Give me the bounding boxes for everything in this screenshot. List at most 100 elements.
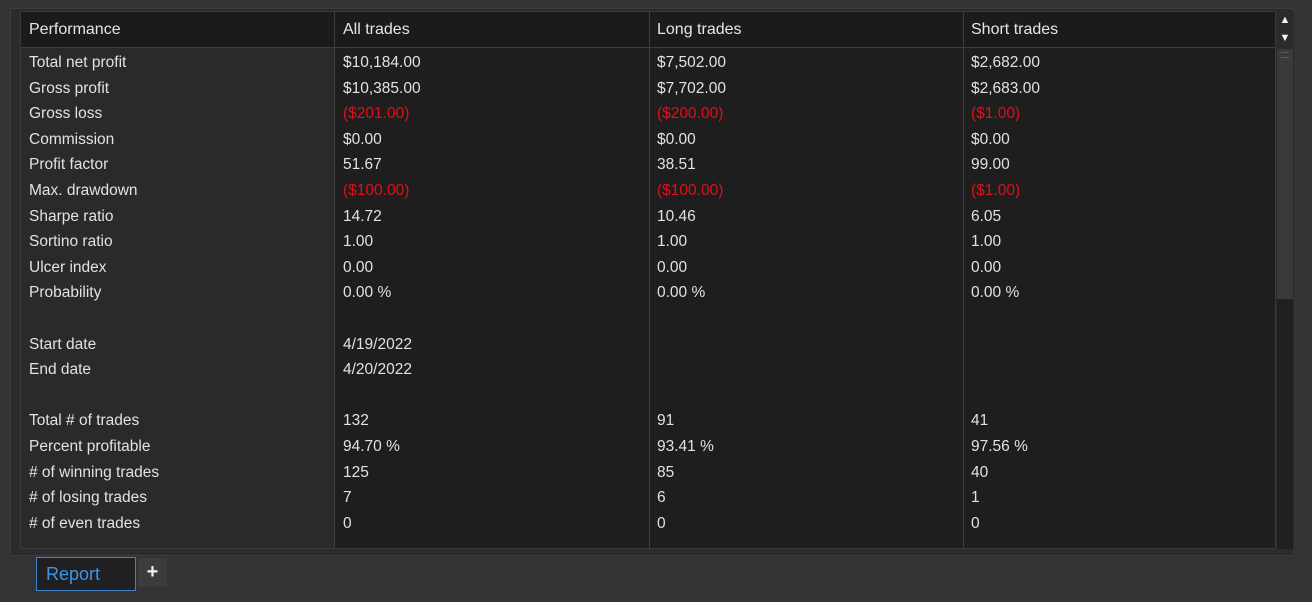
cell-short-trades <box>963 306 1275 332</box>
cell-all-trades <box>334 383 649 409</box>
row-label: Start date <box>29 335 97 353</box>
row-label: Probability <box>29 284 102 302</box>
cell-short-trades: 1.00 <box>971 233 1002 251</box>
row-label <box>21 306 334 332</box>
cell-all-trades: 125 <box>343 463 369 481</box>
cell-short-trades <box>963 383 1275 409</box>
row-label: Total # of trades <box>29 412 140 430</box>
cell-all-trades: $0.00 <box>343 130 382 148</box>
cell-all-trades: 4/20/2022 <box>343 361 412 379</box>
row-label: # of even trades <box>29 514 141 532</box>
cell-long-trades <box>649 383 963 409</box>
row-label: End date <box>29 361 92 379</box>
row-label: Commission <box>29 130 115 148</box>
cell-short-trades: 0.00 % <box>971 284 1020 302</box>
row-label: Max. drawdown <box>29 181 138 199</box>
cell-all-trades: 94.70 % <box>343 437 400 455</box>
header-all-trades[interactable]: All trades <box>334 12 649 47</box>
cell-short-trades: 6.05 <box>971 207 1002 225</box>
performance-grid: Performance All trades Long trades Short… <box>20 11 1276 549</box>
row-label: Ulcer index <box>29 258 107 276</box>
table-row <box>21 383 1275 409</box>
header-short-trades[interactable]: Short trades <box>963 12 1275 47</box>
cell-long-trades: 85 <box>657 463 675 481</box>
table-row: Start date 4/19/2022 <box>21 332 1275 358</box>
cell-all-trades: ($201.00) <box>343 105 410 123</box>
cell-short-trades: $0.00 <box>971 130 1010 148</box>
cell-short-trades: 41 <box>971 412 989 430</box>
row-label: Gross loss <box>29 105 103 123</box>
cell-long-trades: 91 <box>657 412 675 430</box>
row-label: Sortino ratio <box>29 233 113 251</box>
header-performance[interactable]: Performance <box>21 12 334 47</box>
cell-all-trades: 0.00 % <box>343 284 392 302</box>
cell-all-trades <box>334 306 649 332</box>
cell-short-trades: 0.00 <box>971 258 1002 276</box>
tab-report[interactable]: Report <box>36 557 136 591</box>
cell-long-trades: $7,502.00 <box>657 54 726 71</box>
grid-header: Performance All trades Long trades Short… <box>21 12 1275 48</box>
table-row: End date 4/20/2022 <box>21 357 1275 383</box>
cell-short-trades: ($1.00) <box>971 181 1021 199</box>
table-row: Sortino ratio 1.00 1.00 1.00 <box>21 229 1275 255</box>
row-label: Total net profit <box>29 54 127 71</box>
add-tab-button[interactable]: + <box>138 558 167 587</box>
table-row: Gross profit $10,385.00 $7,702.00 $2,683.00 <box>21 76 1275 102</box>
cell-short-trades: 97.56 % <box>971 437 1028 455</box>
cell-short-trades <box>963 357 1275 383</box>
cell-short-trades: 0 <box>971 514 980 532</box>
report-panel: Performance All trades Long trades Short… <box>10 8 1294 556</box>
cell-all-trades: ($100.00) <box>343 181 410 199</box>
cell-long-trades: 10.46 <box>657 207 696 225</box>
row-label: Profit factor <box>29 156 109 174</box>
grip-icon <box>1281 52 1289 58</box>
table-row: Max. drawdown ($100.00) ($100.00) ($1.00) <box>21 178 1275 204</box>
cell-long-trades: 0.00 % <box>657 284 706 302</box>
cell-long-trades: $7,702.00 <box>657 79 726 97</box>
cell-all-trades: 7 <box>343 489 352 507</box>
row-label <box>21 383 334 409</box>
cell-long-trades: ($200.00) <box>657 105 724 123</box>
cell-all-trades: $10,385.00 <box>343 79 421 97</box>
tab-bar: Report + <box>0 556 1312 602</box>
table-row: Total net profit $10,184.00 $7,502.00 $2,68… <box>21 50 1275 76</box>
triangle-up-icon[interactable]: ▲ <box>1276 11 1294 29</box>
cell-long-trades: 1.00 <box>657 233 688 251</box>
cell-long-trades: 93.41 % <box>657 437 714 455</box>
header-long-trades[interactable]: Long trades <box>649 12 963 47</box>
cell-all-trades: 0.00 <box>343 258 374 276</box>
table-row: # of losing trades 7 6 1 <box>21 485 1275 511</box>
cell-long-trades <box>649 332 963 358</box>
table-row: Sharpe ratio 14.72 10.46 6.05 <box>21 204 1275 230</box>
cell-short-trades: 99.00 <box>971 156 1010 174</box>
row-label: # of losing trades <box>29 489 148 507</box>
cell-long-trades: $0.00 <box>657 130 696 148</box>
scroll-track[interactable] <box>1277 49 1293 549</box>
table-row: # of even trades 0 0 0 <box>21 511 1275 537</box>
cell-long-trades: 0.00 <box>657 258 688 276</box>
cell-long-trades: 38.51 <box>657 156 696 174</box>
triangle-down-icon[interactable]: ▼ <box>1276 29 1294 47</box>
cell-long-trades <box>649 306 963 332</box>
table-row: Total # of trades 132 91 41 <box>21 408 1275 434</box>
table-row: Ulcer index 0.00 0.00 0.00 <box>21 255 1275 281</box>
row-label: Gross profit <box>29 79 110 97</box>
cell-long-trades <box>649 357 963 383</box>
cell-short-trades: ($1.00) <box>971 105 1021 123</box>
table-row <box>21 306 1275 332</box>
cell-long-trades: ($100.00) <box>657 181 724 199</box>
scroll-thumb[interactable] <box>1277 49 1293 299</box>
row-label: Percent profitable <box>29 437 151 455</box>
table-row: Gross loss ($201.00) ($200.00) ($1.00) <box>21 101 1275 127</box>
table-row: Percent profitable 94.70 % 93.41 % 97.56 % <box>21 434 1275 460</box>
cell-short-trades: 1 <box>971 489 980 507</box>
table-row: # of winning trades 125 85 40 <box>21 460 1275 486</box>
cell-short-trades <box>963 332 1275 358</box>
vertical-scrollbar[interactable]: ▲ ▼ <box>1276 11 1294 549</box>
cell-all-trades: 0 <box>343 514 352 532</box>
cell-all-trades: 4/19/2022 <box>343 335 412 353</box>
row-label: # of winning trades <box>29 463 160 481</box>
table-row: Probability 0.00 % 0.00 % 0.00 % <box>21 280 1275 306</box>
table-row: Profit factor 51.67 38.51 99.00 <box>21 152 1275 178</box>
cell-all-trades: $10,184.00 <box>343 54 421 71</box>
